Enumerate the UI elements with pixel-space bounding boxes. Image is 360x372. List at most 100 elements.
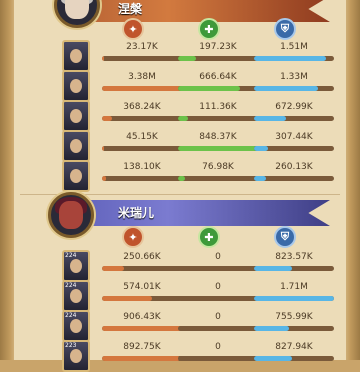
hero-row[interactable]: 45.15K 848.37K 307.44K — [42, 130, 334, 162]
hero-level: 224 — [65, 252, 77, 259]
damage-bar — [102, 296, 182, 301]
heal-value: 0 — [215, 312, 221, 322]
team2-leader-avatar[interactable] — [48, 192, 94, 238]
hero-level: 223 — [65, 342, 77, 349]
hero-portrait[interactable]: 223 — [62, 340, 90, 372]
damage-bar-fill — [102, 146, 104, 151]
heal-bar-fill — [178, 146, 258, 151]
hero-portrait[interactable]: 224 — [62, 310, 90, 342]
damage-bar-fill — [102, 296, 153, 301]
tank-value: 1.51M — [280, 42, 308, 52]
hero-row[interactable]: 224 574.01K 0 1.71M — [42, 280, 334, 312]
damage-bar-fill — [102, 86, 182, 91]
shield-icon: ⛨ — [274, 18, 296, 40]
heal-bar-fill — [178, 116, 189, 121]
tank-value: 307.44K — [275, 132, 313, 142]
heal-bar-fill — [178, 56, 196, 61]
heal-icon: ✚ — [198, 226, 220, 248]
heal-value: 111.36K — [199, 102, 237, 112]
hero-portrait[interactable] — [62, 40, 90, 72]
heal-value: 666.64K — [199, 72, 237, 82]
damage-value: 906.43K — [123, 312, 161, 322]
tank-bar-fill — [254, 296, 334, 301]
hero-head — [70, 259, 82, 273]
team1-name: 涅槃 — [118, 2, 143, 16]
heal-value: 0 — [215, 252, 221, 262]
hero-portrait[interactable] — [62, 70, 90, 102]
hero-level: 224 — [65, 282, 77, 289]
tank-bar-fill — [254, 56, 326, 61]
heal-bar — [178, 296, 258, 301]
tank-value: 1.33M — [280, 72, 308, 82]
damage-icon: ✦ — [122, 226, 144, 248]
heal-bar — [178, 116, 258, 121]
damage-bar — [102, 86, 182, 91]
hero-portrait[interactable] — [62, 100, 90, 132]
tank-bar — [254, 176, 334, 181]
damage-bar-fill — [102, 266, 125, 271]
hero-head — [70, 139, 82, 153]
team2-name: 米瑞儿 — [118, 206, 155, 220]
hero-row[interactable]: 368.24K 111.36K 672.99K — [42, 100, 334, 132]
damage-bar — [102, 116, 182, 121]
damage-bar-fill — [102, 326, 182, 331]
hero-portrait[interactable] — [62, 130, 90, 162]
hero-portrait[interactable]: 224 — [62, 250, 90, 282]
hero-head — [70, 109, 82, 123]
hero-row[interactable]: 23.17K 197.23K 1.51M — [42, 40, 334, 72]
hero-row[interactable]: 223 892.75K 0 827.94K — [42, 340, 334, 372]
tank-bar — [254, 86, 334, 91]
damage-value: 250.66K — [123, 252, 161, 262]
damage-value: 3.38M — [128, 72, 156, 82]
hero-head — [70, 79, 82, 93]
tank-bar-fill — [254, 266, 293, 271]
heal-bar-fill — [178, 86, 241, 91]
leader-face — [65, 0, 89, 19]
tank-bar — [254, 326, 334, 331]
heal-bar — [178, 86, 258, 91]
damage-bar — [102, 176, 182, 181]
damage-bar-fill — [102, 116, 112, 121]
tank-bar — [254, 116, 334, 121]
heal-value: 0 — [215, 282, 221, 292]
heal-bar — [178, 146, 258, 151]
damage-bar — [102, 356, 182, 361]
tank-bar — [254, 356, 334, 361]
hero-row[interactable]: 224 250.66K 0 823.57K — [42, 250, 334, 282]
damage-value: 23.17K — [126, 42, 158, 52]
tank-value: 755.99K — [275, 312, 313, 322]
damage-bar — [102, 146, 182, 151]
leader-face — [59, 201, 83, 229]
tank-bar — [254, 56, 334, 61]
heal-value: 0 — [215, 342, 221, 352]
tank-bar — [254, 266, 334, 271]
tank-bar-fill — [254, 146, 269, 151]
heal-bar — [178, 326, 258, 331]
tank-bar-fill — [254, 356, 293, 361]
damage-bar-fill — [102, 56, 105, 61]
hero-portrait[interactable]: 224 — [62, 280, 90, 312]
tank-value: 1.71M — [280, 282, 308, 292]
hero-head — [70, 349, 82, 363]
damage-value: 45.15K — [126, 132, 158, 142]
hero-head — [70, 169, 82, 183]
heal-bar-fill — [178, 176, 186, 181]
damage-bar-fill — [102, 356, 181, 361]
hero-row[interactable]: 224 906.43K 0 755.99K — [42, 310, 334, 342]
hero-row[interactable]: 138.10K 76.98K 260.13K — [42, 160, 334, 192]
tank-bar-fill — [254, 86, 318, 91]
damage-icon: ✦ — [122, 18, 144, 40]
hero-row[interactable]: 3.38M 666.64K 1.33M — [42, 70, 334, 102]
shield-icon: ⛨ — [274, 226, 296, 248]
hero-head — [70, 319, 82, 333]
tank-value: 260.13K — [275, 162, 313, 172]
damage-value: 892.75K — [123, 342, 161, 352]
heal-bar — [178, 56, 258, 61]
tank-value: 672.99K — [275, 102, 313, 112]
tank-bar — [254, 296, 334, 301]
tank-bar-fill — [254, 326, 290, 331]
hero-portrait[interactable] — [62, 160, 90, 192]
tank-bar — [254, 146, 334, 151]
damage-bar-fill — [102, 176, 106, 181]
heal-bar — [178, 266, 258, 271]
